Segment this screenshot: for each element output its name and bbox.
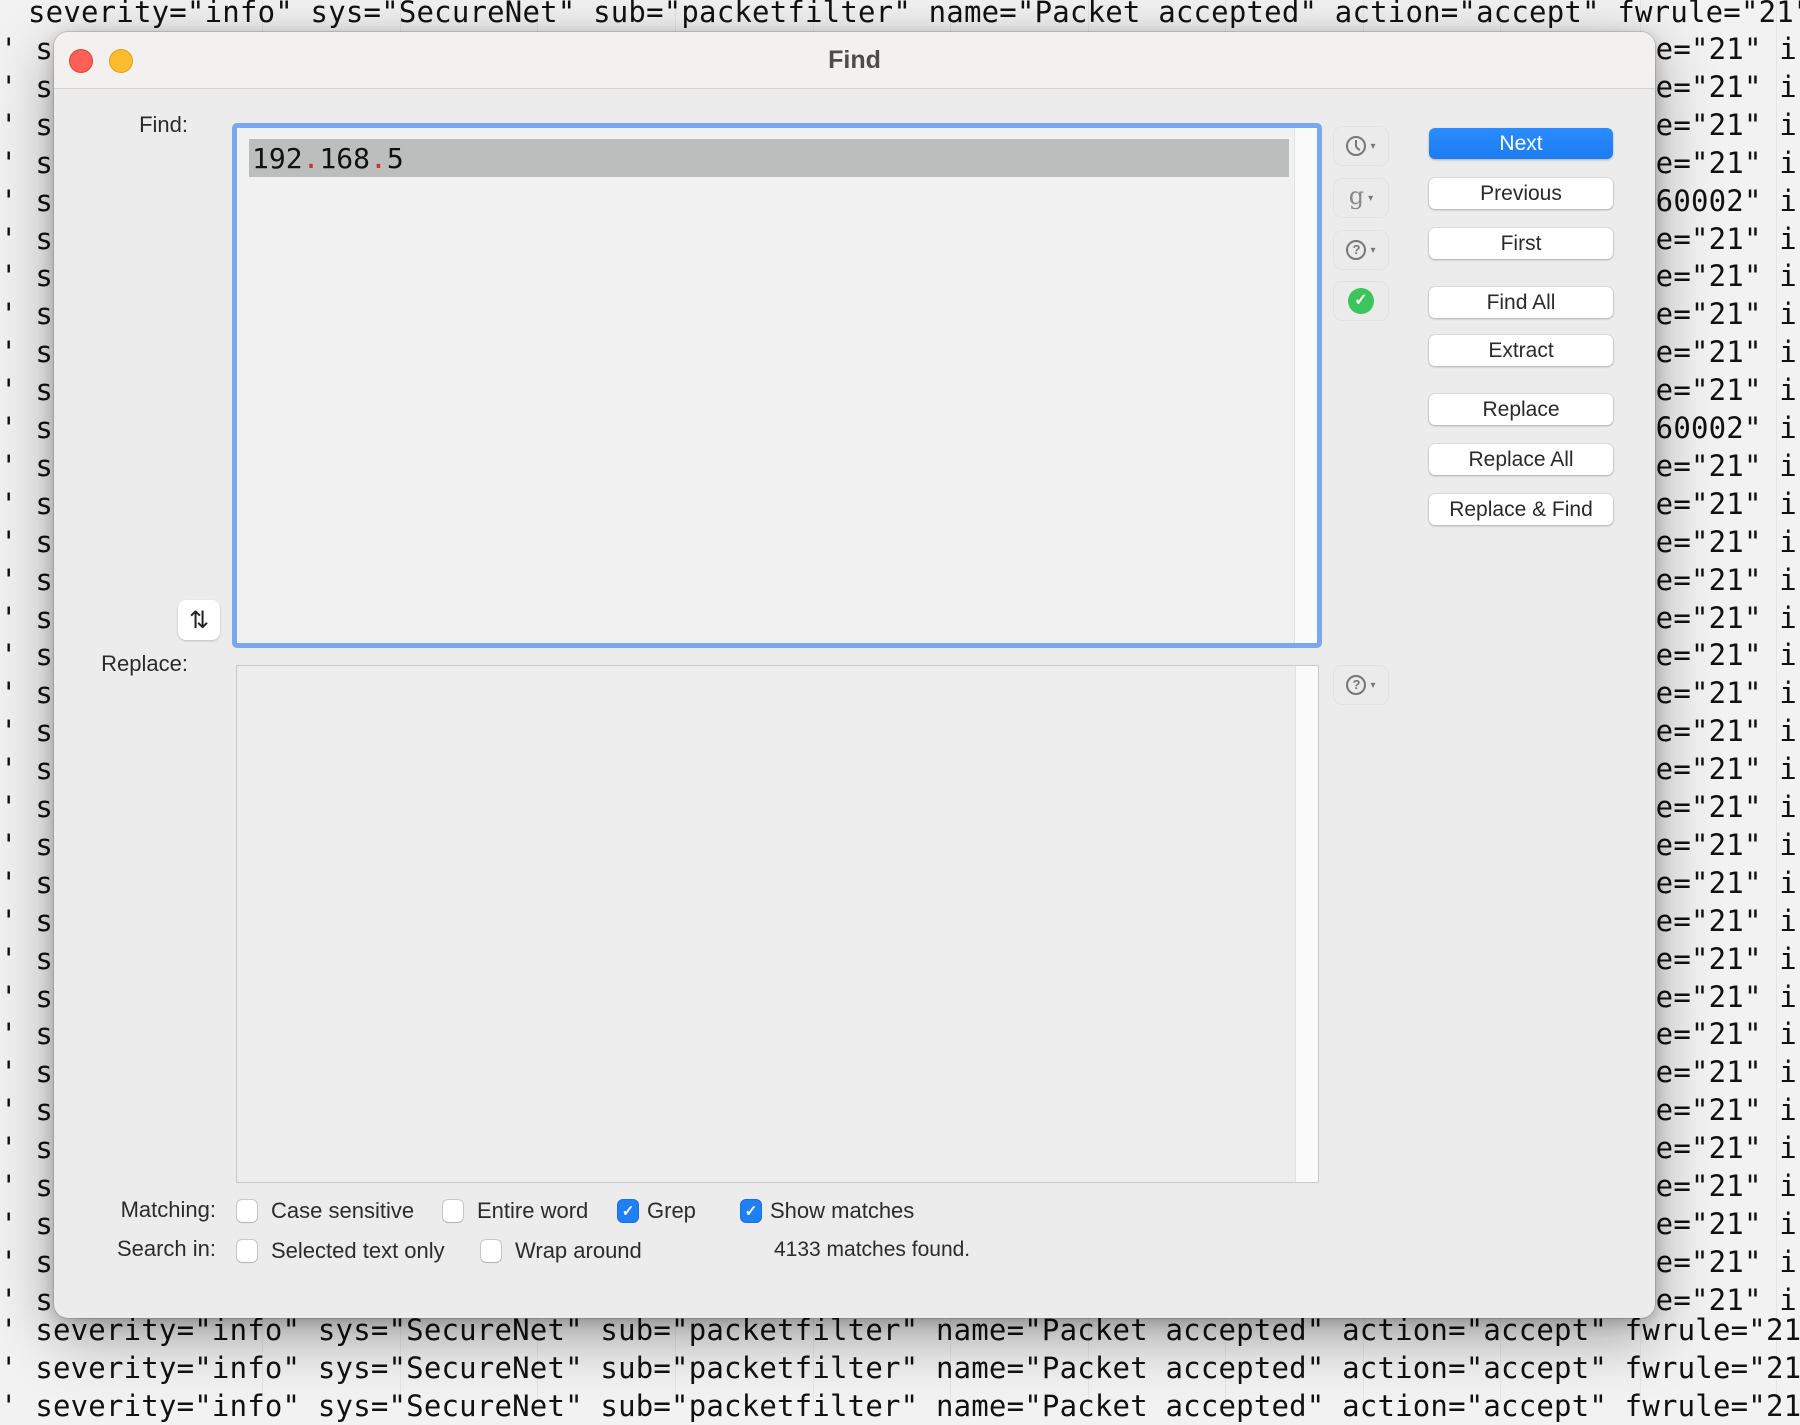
text-selection: [249, 139, 1289, 177]
background-text-fragment: le="21" i: [1638, 524, 1797, 559]
matching-label: Matching:: [120, 1197, 216, 1222]
checkbox-box: [237, 1200, 257, 1222]
chevron-down-icon: ▾: [1370, 140, 1376, 152]
background-text-fragment: le="21" i: [1638, 373, 1797, 408]
background-text-fragment: le="21" i: [1638, 562, 1797, 597]
background-text-fragment: le="21" i: [1638, 600, 1797, 635]
background-text-fragment: le="21" i: [1638, 1131, 1797, 1166]
first-button[interactable]: First: [1429, 228, 1613, 259]
background-text-line: ' severity="info" sys="SecureNet" sub="p…: [0, 1350, 1800, 1385]
background-text-fragment: le="21" i: [1638, 1206, 1797, 1241]
find-dialog: Find Find: 192.168.5 ⇅ Replace: ▾ g ▾ ? …: [54, 32, 1655, 1318]
match-count-status: 4133 matches found.: [774, 1238, 971, 1261]
chevron-down-icon: ▾: [1368, 192, 1374, 204]
recent-searches-button[interactable]: ▾: [1334, 127, 1388, 165]
swap-find-replace-button[interactable]: ⇅: [178, 600, 220, 640]
background-text-fragment: le="21" i: [1638, 752, 1797, 787]
background-text-fragment: le="21" i: [1638, 107, 1797, 142]
background-text-fragment: le="21" i: [1638, 1244, 1797, 1279]
background-text-fragment: le="21" i: [1638, 903, 1797, 938]
background-text-fragment: le="21" i: [1638, 32, 1797, 66]
checkmark-icon: ✓: [741, 1200, 761, 1222]
background-text-line: severity="info" sys="SecureNet" sub="pac…: [28, 0, 1800, 29]
background-text-fragment: le="21" i: [1638, 979, 1797, 1014]
find-all-button[interactable]: Find All: [1429, 287, 1613, 318]
background-text-fragment: le="21" i: [1638, 259, 1797, 294]
find-scrollbar[interactable]: [1294, 128, 1317, 643]
find-input[interactable]: 192.168.5: [232, 123, 1322, 648]
background-text-fragment: le="21" i: [1638, 790, 1797, 824]
background-text-fragment: le="21" i: [1638, 941, 1797, 976]
background-text-fragment: le="21" i: [1638, 69, 1797, 104]
background-text-fragment: le="21" i: [1638, 1055, 1797, 1090]
find-help-button[interactable]: ? ▾: [1334, 231, 1388, 269]
replace-all-button[interactable]: Replace All: [1429, 444, 1613, 475]
replace-input[interactable]: [236, 665, 1319, 1183]
background-text-fragment: le="21" i: [1638, 865, 1797, 900]
window-title: Find: [828, 46, 881, 74]
background-text-fragment: le="21" i: [1638, 638, 1797, 673]
chevron-down-icon: ▾: [1370, 244, 1376, 256]
background-text-fragment: le="21" i: [1638, 1169, 1797, 1203]
checkbox-box: [481, 1240, 501, 1262]
selected-text-only-checkbox[interactable]: Selected text only: [237, 1236, 445, 1266]
entire-word-checkbox[interactable]: Entire word: [443, 1196, 588, 1226]
background-text-fragment: le="21" i: [1638, 297, 1797, 332]
help-icon: ?: [1346, 240, 1367, 260]
find-label: Find:: [139, 112, 188, 137]
background-text-fragment: le="21" i: [1638, 714, 1797, 749]
background-text-fragment: le="21" i: [1638, 827, 1797, 862]
search-in-label: Search in:: [116, 1236, 216, 1261]
checkbox-box: [443, 1200, 463, 1222]
background-text-fragment: le="21" i: [1638, 1017, 1797, 1052]
swap-icon: ⇅: [188, 606, 210, 634]
pattern-valid-indicator: ✓: [1334, 282, 1388, 320]
replace-scrollbar[interactable]: [1295, 666, 1318, 1182]
help-icon: ?: [1346, 675, 1367, 695]
replace-label: Replace:: [101, 651, 188, 676]
checkmark-icon: ✓: [618, 1200, 638, 1222]
background-text-fragment: le="21" i: [1638, 335, 1797, 370]
chevron-down-icon: ▾: [1370, 679, 1376, 691]
replace-button[interactable]: Replace: [1429, 394, 1613, 425]
wrap-around-checkbox[interactable]: Wrap around: [481, 1236, 642, 1266]
background-text-fragment: le="21" i: [1638, 448, 1797, 483]
background-text-fragment: le="21" i: [1638, 486, 1797, 521]
background-text-fragment: le="21" i: [1638, 221, 1797, 256]
background-text-fragment: '60002" i: [1638, 411, 1797, 445]
background-text-line: ' severity="info" sys="SecureNet" sub="p…: [0, 1388, 1800, 1423]
checkmark-circle-icon: ✓: [1348, 288, 1374, 314]
clock-icon: [1346, 136, 1367, 156]
replace-help-button[interactable]: ? ▾: [1334, 666, 1388, 704]
case-sensitive-checkbox[interactable]: Case sensitive: [237, 1196, 414, 1226]
background-text-fragment: le="21" i: [1638, 676, 1797, 711]
replace-and-find-button[interactable]: Replace & Find: [1429, 494, 1613, 525]
grep-patterns-button[interactable]: g ▾: [1334, 179, 1388, 217]
show-matches-checkbox[interactable]: ✓ Show matches: [741, 1196, 914, 1226]
background-text-fragment: le="21" i: [1638, 145, 1797, 180]
checkbox-box: [237, 1240, 257, 1262]
find-value: 192.168.5: [252, 142, 404, 175]
grep-checkbox[interactable]: ✓ Grep: [618, 1196, 696, 1226]
next-button[interactable]: Next: [1429, 128, 1613, 159]
background-text-fragment: '60002" i: [1638, 183, 1797, 218]
extract-button[interactable]: Extract: [1429, 335, 1613, 366]
previous-button[interactable]: Previous: [1429, 178, 1613, 209]
grep-pattern-icon: g: [1348, 182, 1365, 210]
title-bar: Find: [54, 32, 1655, 89]
background-text-fragment: le="21" i: [1638, 1093, 1797, 1128]
